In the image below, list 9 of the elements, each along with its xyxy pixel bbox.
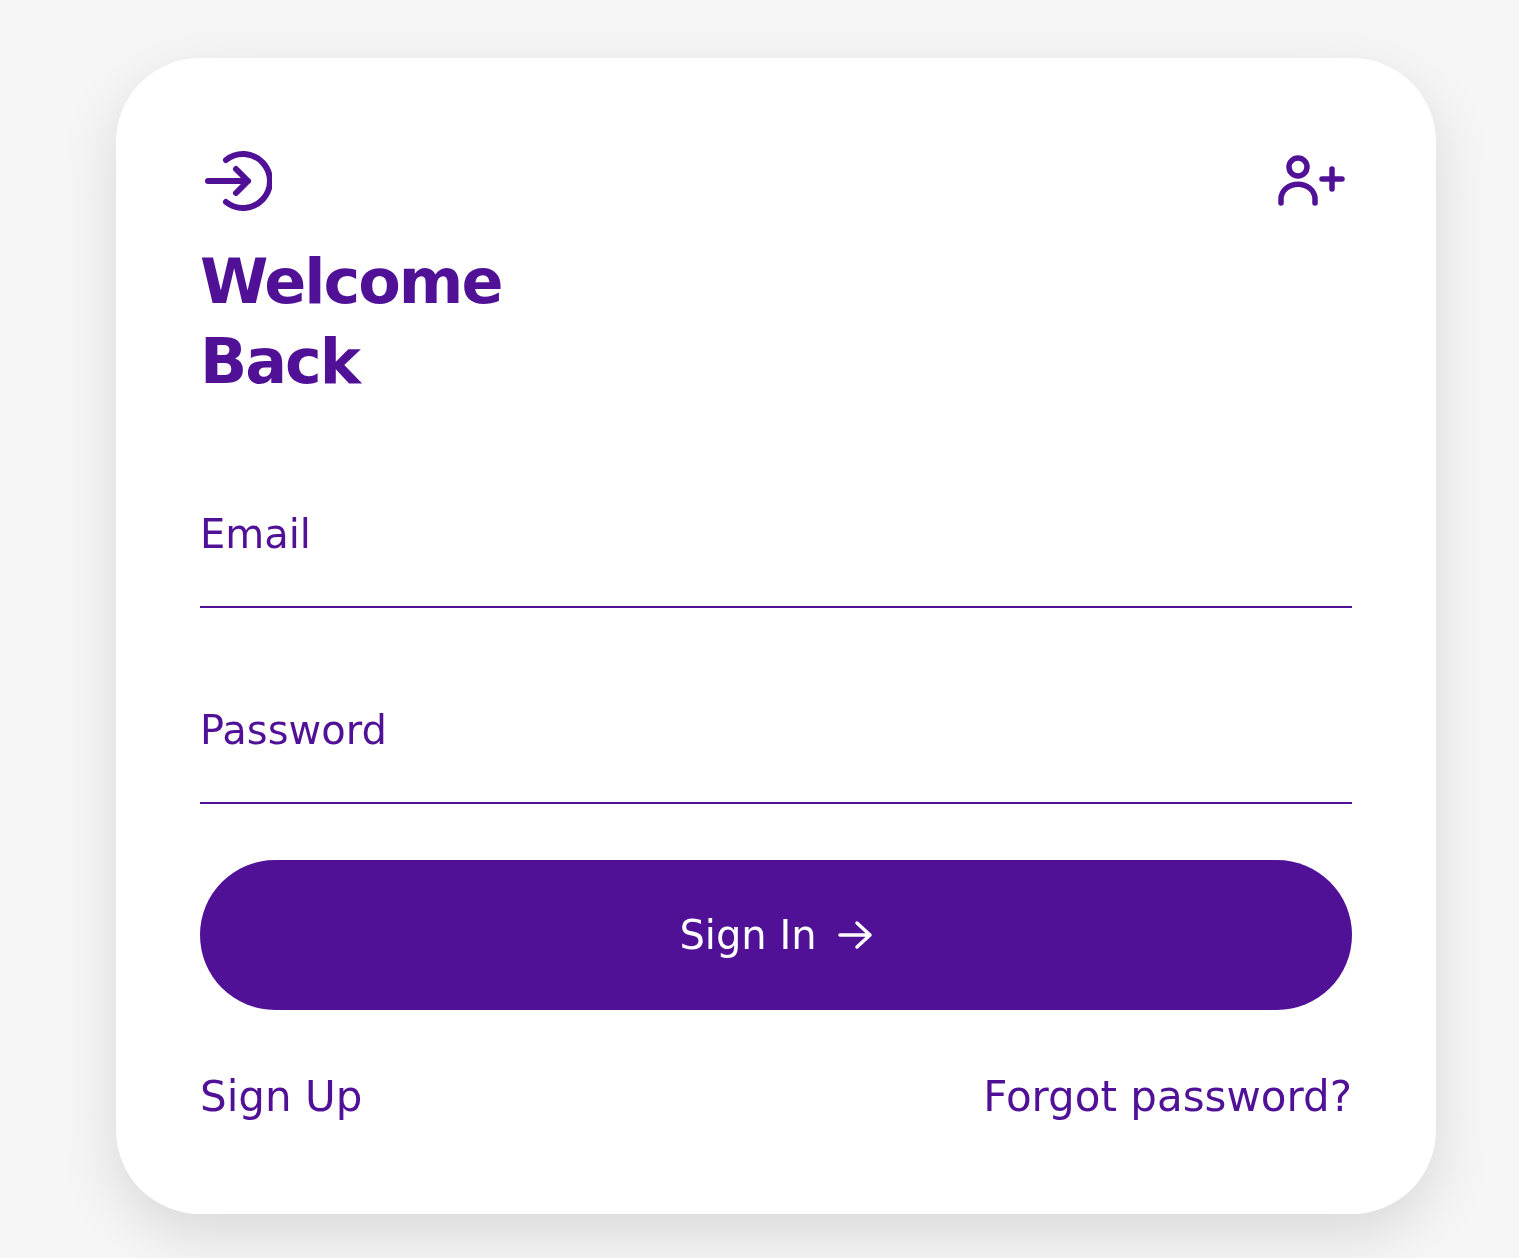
arrow-right-icon [836, 920, 873, 950]
input-field[interactable]: Email [200, 492, 1352, 608]
add-user-icon[interactable] [1278, 155, 1346, 207]
text-link[interactable]: Sign Up [200, 1072, 363, 1121]
welcome-heading: Welcome Back [200, 244, 500, 400]
text-link[interactable]: Forgot password? [983, 1072, 1352, 1121]
sign-in-icon[interactable] [204, 150, 272, 212]
sign-in-button[interactable]: Sign In [200, 860, 1352, 1010]
input-field[interactable]: Password [200, 688, 1352, 804]
